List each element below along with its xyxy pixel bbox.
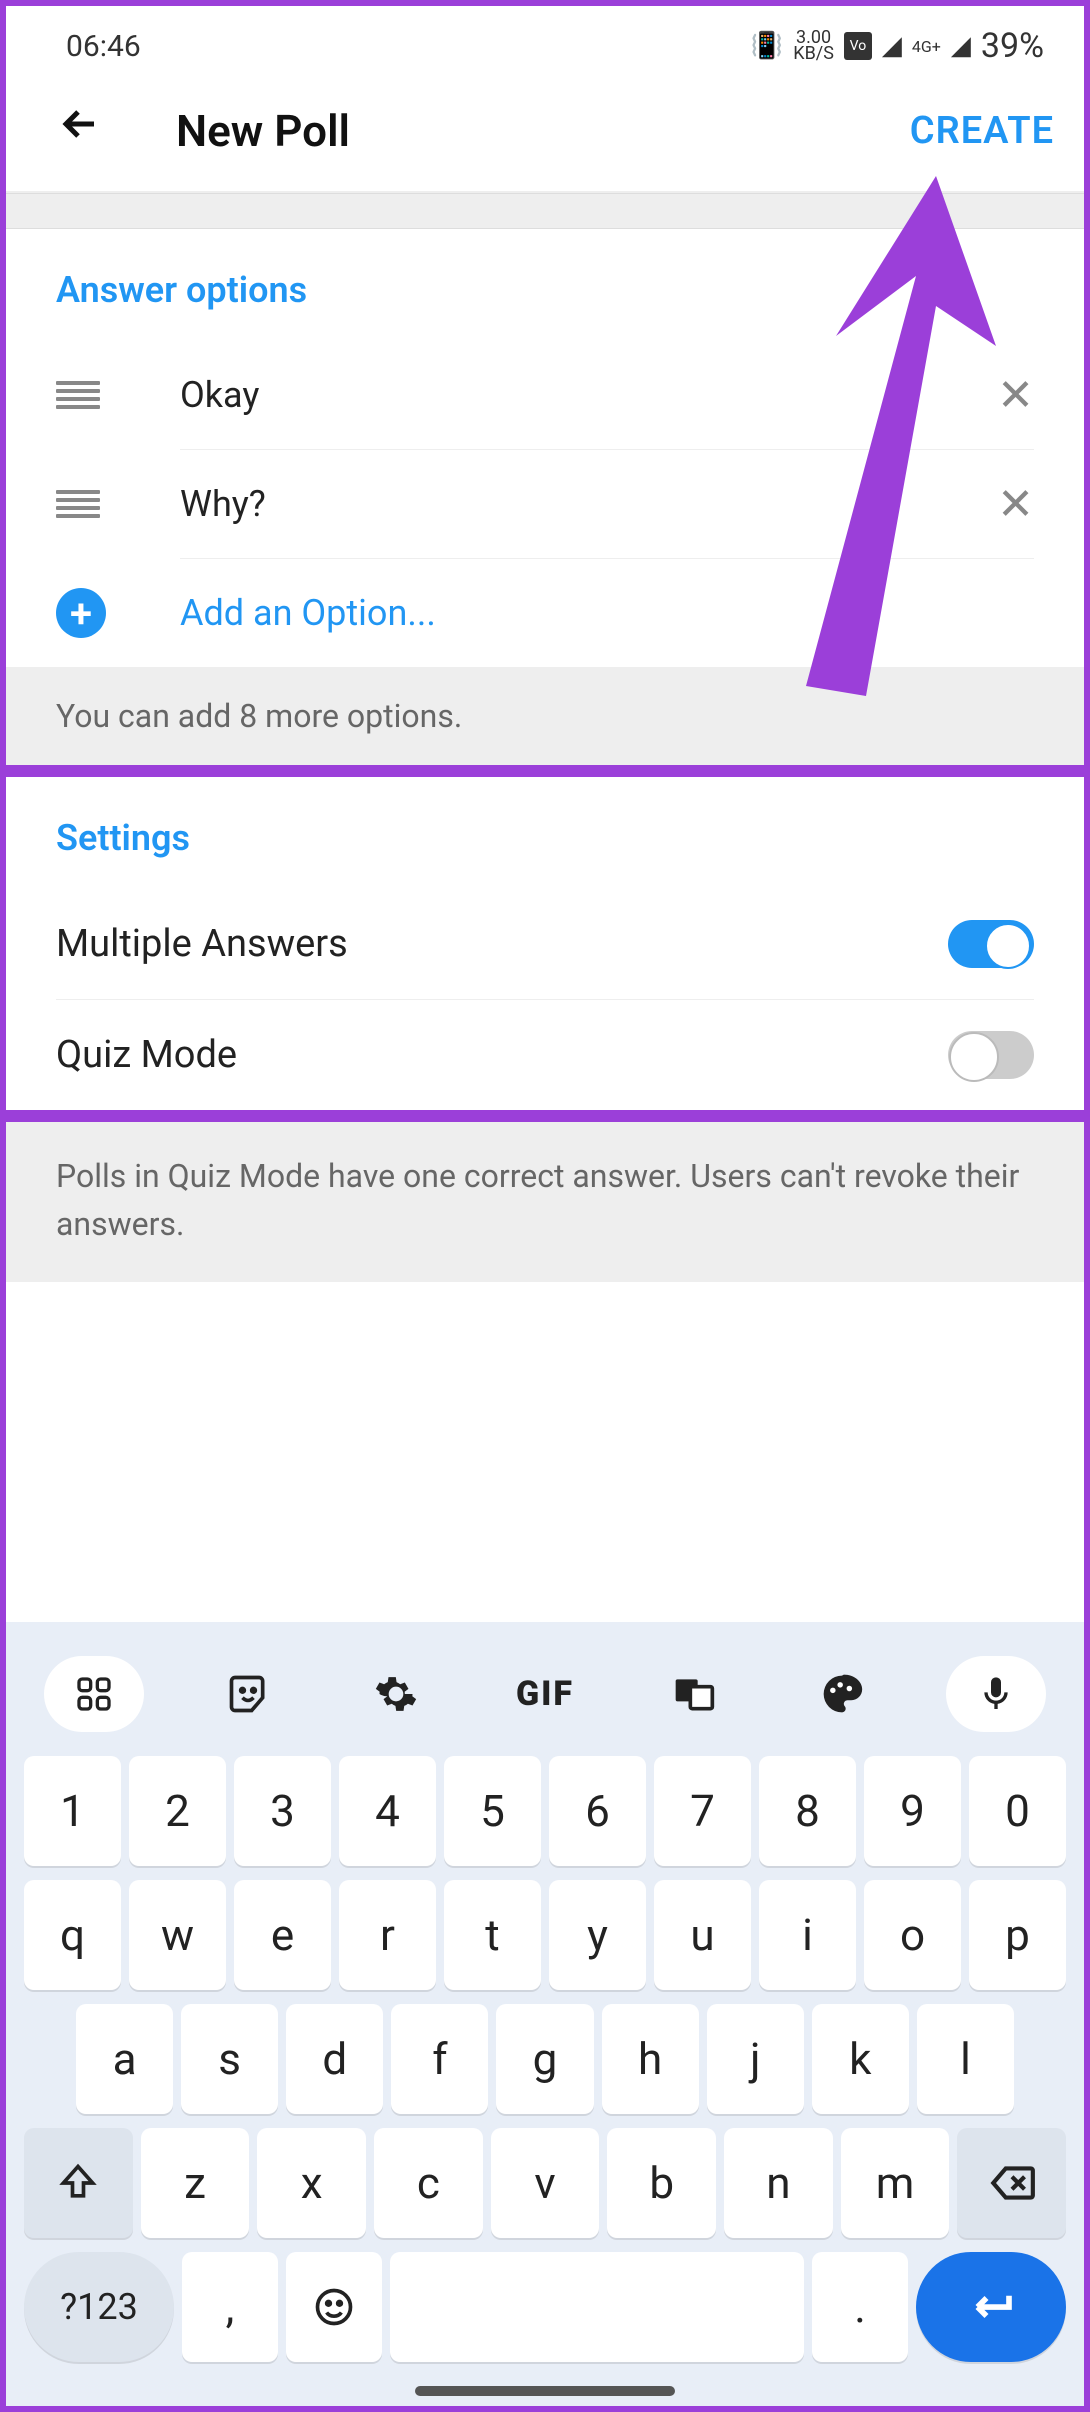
vibrate-icon: 📳: [751, 31, 783, 61]
keyboard-toolbar: GIF: [24, 1642, 1066, 1756]
key-f[interactable]: f: [391, 2004, 488, 2114]
remove-option-icon[interactable]: ✕: [997, 478, 1034, 530]
key-v[interactable]: v: [491, 2128, 600, 2238]
answer-options-title: Answer options: [56, 269, 1034, 311]
key-o[interactable]: o: [864, 1880, 961, 1990]
theme-palette-icon[interactable]: [797, 1656, 887, 1732]
key-period[interactable]: .: [812, 2252, 908, 2362]
drag-handle-icon[interactable]: [56, 381, 100, 409]
answer-option-row[interactable]: Why? ✕: [56, 450, 1034, 558]
key-j[interactable]: j: [707, 2004, 804, 2114]
multiple-answers-label: Multiple Answers: [56, 922, 348, 966]
key-q[interactable]: q: [24, 1880, 121, 1990]
key-g[interactable]: g: [496, 2004, 593, 2114]
key-9[interactable]: 9: [864, 1756, 961, 1866]
answer-option-input[interactable]: Why?: [180, 483, 997, 525]
nav-handle[interactable]: [415, 2386, 675, 2396]
settings-gear-icon[interactable]: [351, 1656, 441, 1732]
remove-option-icon[interactable]: ✕: [997, 369, 1034, 421]
key-space[interactable]: [390, 2252, 804, 2362]
key-c[interactable]: c: [374, 2128, 483, 2238]
add-option-row[interactable]: + Add an Option...: [56, 559, 1034, 667]
key-y[interactable]: y: [549, 1880, 646, 1990]
key-t[interactable]: t: [444, 1880, 541, 1990]
plus-icon[interactable]: +: [56, 588, 106, 638]
key-6[interactable]: 6: [549, 1756, 646, 1866]
status-speed-unit: KB/S: [793, 46, 834, 62]
key-x[interactable]: x: [257, 2128, 366, 2238]
key-emoji-icon[interactable]: [286, 2252, 382, 2362]
key-4[interactable]: 4: [339, 1756, 436, 1866]
quiz-mode-toggle[interactable]: [948, 1031, 1034, 1079]
signal-icon-1: ◢: [882, 31, 902, 61]
add-option-label: Add an Option...: [180, 592, 436, 634]
page-title: New Poll: [176, 105, 910, 157]
keyboard-row-4: z x c v b n m: [24, 2128, 1066, 2238]
key-k[interactable]: k: [812, 2004, 909, 2114]
key-comma[interactable]: ,: [182, 2252, 278, 2362]
multiple-answers-toggle[interactable]: [948, 920, 1034, 968]
keyboard-row-5: ?123 , .: [24, 2252, 1066, 2362]
multiple-answers-row[interactable]: Multiple Answers: [56, 889, 1034, 999]
quiz-mode-row[interactable]: Quiz Mode: [56, 1000, 1034, 1110]
answer-options-section: Answer options Okay ✕ Why? ✕ + Add an Op…: [6, 229, 1084, 667]
key-d[interactable]: d: [286, 2004, 383, 2114]
settings-title: Settings: [56, 817, 1034, 859]
signal-label: 4G+: [912, 37, 941, 56]
status-time: 06:46: [66, 29, 141, 64]
key-1[interactable]: 1: [24, 1756, 121, 1866]
options-hint: You can add 8 more options.: [6, 667, 1084, 765]
drag-handle-icon[interactable]: [56, 490, 100, 518]
key-7[interactable]: 7: [654, 1756, 751, 1866]
key-p[interactable]: p: [969, 1880, 1066, 1990]
quiz-mode-label: Quiz Mode: [56, 1033, 237, 1077]
header: New Poll CREATE: [6, 76, 1084, 191]
annotation-divider: [6, 1110, 1084, 1122]
status-right: 📳 3.00 KB/S Vo ◢ 4G+ ◢ 39%: [751, 26, 1044, 66]
keyboard: GIF 1 2 3 4 5 6 7 8 9 0 q w e r t y u i …: [6, 1622, 1084, 2406]
key-n[interactable]: n: [724, 2128, 833, 2238]
quiz-mode-hint: Polls in Quiz Mode have one correct answ…: [6, 1122, 1084, 1282]
annotation-divider: [6, 765, 1084, 777]
key-s[interactable]: s: [181, 2004, 278, 2114]
key-8[interactable]: 8: [759, 1756, 856, 1866]
key-h[interactable]: h: [602, 2004, 699, 2114]
key-z[interactable]: z: [141, 2128, 250, 2238]
key-i[interactable]: i: [759, 1880, 856, 1990]
sticker-icon[interactable]: [203, 1656, 293, 1732]
translate-icon[interactable]: [649, 1656, 739, 1732]
key-m[interactable]: m: [841, 2128, 950, 2238]
key-enter[interactable]: [916, 2252, 1066, 2362]
key-3[interactable]: 3: [234, 1756, 331, 1866]
key-w[interactable]: w: [129, 1880, 226, 1990]
keyboard-row-3: a s d f g h j k l: [24, 2004, 1066, 2114]
key-backspace[interactable]: [957, 2128, 1066, 2238]
key-b[interactable]: b: [607, 2128, 716, 2238]
key-a[interactable]: a: [76, 2004, 173, 2114]
battery-percent: 39%: [981, 26, 1044, 66]
key-5[interactable]: 5: [444, 1756, 541, 1866]
gif-button[interactable]: GIF: [500, 1656, 590, 1732]
section-gap: [6, 193, 1084, 229]
create-button[interactable]: CREATE: [910, 109, 1054, 153]
settings-section: Settings Multiple Answers Quiz Mode: [6, 777, 1084, 1110]
key-0[interactable]: 0: [969, 1756, 1066, 1866]
back-arrow-icon[interactable]: [56, 100, 104, 161]
key-symbols[interactable]: ?123: [24, 2252, 174, 2362]
key-e[interactable]: e: [234, 1880, 331, 1990]
answer-option-input[interactable]: Okay: [180, 374, 997, 416]
key-r[interactable]: r: [339, 1880, 436, 1990]
volte-icon: Vo: [844, 32, 872, 60]
key-u[interactable]: u: [654, 1880, 751, 1990]
key-2[interactable]: 2: [129, 1756, 226, 1866]
key-l[interactable]: l: [917, 2004, 1014, 2114]
keyboard-row-2: q w e r t y u i o p: [24, 1880, 1066, 1990]
mic-icon[interactable]: [946, 1656, 1046, 1732]
apps-icon[interactable]: [44, 1656, 144, 1732]
status-bar: 06:46 📳 3.00 KB/S Vo ◢ 4G+ ◢ 39%: [6, 6, 1084, 76]
key-shift[interactable]: [24, 2128, 133, 2238]
signal-icon-2: ◢: [951, 31, 971, 61]
answer-option-row[interactable]: Okay ✕: [56, 341, 1034, 449]
keyboard-row-numbers: 1 2 3 4 5 6 7 8 9 0: [24, 1756, 1066, 1866]
